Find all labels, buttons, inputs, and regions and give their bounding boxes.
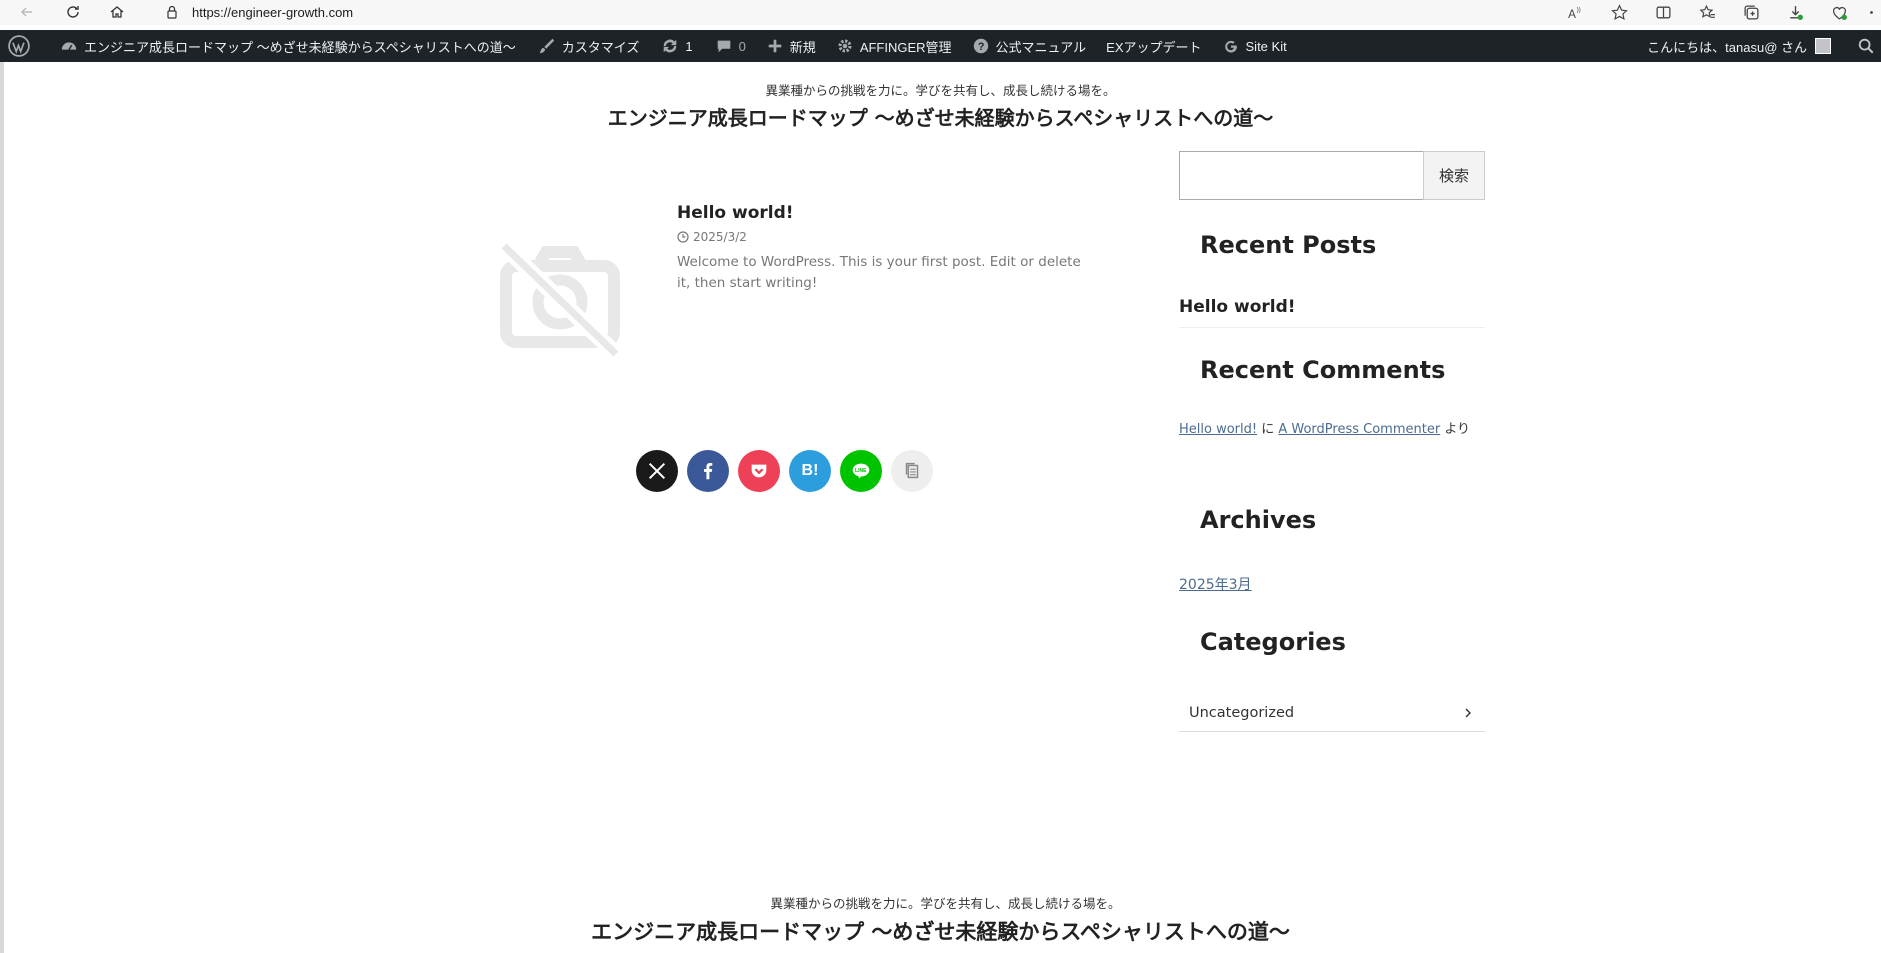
admin-manual[interactable]: ? 公式マニュアル: [964, 30, 1095, 62]
admin-affinger-label: AFFINGER管理: [859, 39, 952, 55]
post-date: 2025/3/2: [677, 230, 747, 244]
pocket-logo-icon: [751, 464, 767, 478]
downloads-icon[interactable]: [1773, 1, 1817, 25]
svg-text:)): )): [1576, 6, 1580, 13]
split-screen-icon[interactable]: [1641, 1, 1685, 25]
categories-heading: Categories: [1200, 628, 1346, 656]
copy-link-button[interactable]: [891, 450, 933, 492]
dashboard-icon: [61, 42, 77, 50]
admin-greeting: こんにちは、tanasu@ さん: [1647, 39, 1807, 55]
plus-icon: [768, 39, 782, 53]
avatar: [1815, 38, 1831, 54]
admin-comments-count: 0: [738, 38, 746, 54]
share-facebook-button[interactable]: [687, 450, 729, 492]
clock-icon: [677, 231, 689, 243]
brush-icon: [539, 38, 554, 54]
recent-comments-heading: Recent Comments: [1200, 356, 1446, 384]
admin-new[interactable]: 新規: [758, 30, 824, 62]
admin-site-kit[interactable]: Site Kit: [1214, 30, 1295, 62]
footer-description: 異業種からの挑戦を力に。学びを共有し、成長し続ける場を。: [770, 896, 1121, 911]
x-logo-icon: [648, 462, 666, 480]
admin-comments[interactable]: 0: [707, 30, 754, 62]
admin-search-icon[interactable]: [1839, 30, 1881, 62]
archive-link[interactable]: 2025年3月: [1179, 574, 1252, 594]
category-label: Uncategorized: [1189, 704, 1295, 721]
category-item[interactable]: Uncategorized: [1179, 694, 1485, 732]
post-excerpt: Welcome to WordPress. This is your first…: [677, 254, 1081, 291]
back-icon[interactable]: [14, 1, 40, 23]
archives-heading: Archives: [1200, 506, 1317, 534]
share-buttons: B! LINE: [636, 450, 933, 492]
share-hatena-button[interactable]: B!: [789, 450, 831, 492]
more-icon[interactable]: [1861, 1, 1881, 25]
sidebar-search-button[interactable]: 検索: [1423, 151, 1485, 200]
svg-text:A: A: [1568, 8, 1576, 21]
admin-account[interactable]: こんにちは、tanasu@ さん: [1639, 30, 1839, 62]
comment-suffix: より: [1440, 422, 1471, 437]
comment-author-link[interactable]: A WordPress Commenter: [1278, 422, 1440, 437]
home-icon[interactable]: [104, 1, 130, 23]
window-edge: [0, 62, 4, 953]
address-bar[interactable]: https://engineer-growth.com: [146, 0, 1346, 24]
admin-site-kit-label: Site Kit: [1245, 38, 1287, 54]
url-text[interactable]: https://engineer-growth.com: [192, 5, 353, 20]
admin-affinger[interactable]: AFFINGER管理: [828, 30, 960, 62]
help-icon: ?: [973, 38, 988, 54]
sidebar-search-input[interactable]: [1179, 151, 1424, 200]
recent-comment-item: Hello world! に A WordPress Commenter より: [1179, 418, 1470, 437]
browser-actions: A)): [1553, 0, 1881, 25]
comment-bubble-icon: [717, 40, 730, 53]
share-x-button[interactable]: [636, 450, 678, 492]
updates-icon: [664, 39, 677, 53]
admin-ex-update-label: EXアップデート: [1106, 39, 1202, 55]
google-g-icon: [1224, 40, 1237, 53]
refresh-icon[interactable]: [60, 1, 86, 23]
gear-icon: [838, 39, 852, 53]
copy-icon: [905, 462, 919, 479]
hatena-label: B!: [801, 462, 819, 479]
wp-admin-bar: エンジニア成長ロードマップ 〜めざせ未経験からスペシャリストへの道〜 カスタマイ…: [0, 30, 1881, 62]
admin-customize-label: カスタマイズ: [561, 39, 640, 55]
admin-updates[interactable]: 1: [653, 30, 700, 62]
svg-text:?: ?: [977, 41, 984, 53]
post-title[interactable]: Hello world!: [677, 203, 794, 223]
admin-new-label: 新規: [789, 39, 816, 55]
browser-toolbar: https://engineer-growth.com A)): [0, 0, 1881, 25]
admin-customize[interactable]: カスタマイズ: [530, 30, 648, 62]
collections-icon[interactable]: [1729, 1, 1773, 25]
wordpress-logo-icon[interactable]: [0, 30, 38, 62]
comment-connector: に: [1257, 422, 1279, 437]
browser-essentials-icon[interactable]: [1817, 1, 1861, 25]
footer-title[interactable]: エンジニア成長ロードマップ 〜めざせ未経験からスペシャリストへの道〜: [0, 916, 1881, 946]
admin-site-name[interactable]: エンジニア成長ロードマップ 〜めざせ未経験からスペシャリストへの道〜: [52, 30, 524, 62]
favorite-star-icon[interactable]: [1597, 1, 1641, 25]
facebook-logo-icon: [703, 463, 713, 480]
favorites-icon[interactable]: [1685, 1, 1729, 25]
chevron-right-icon: [1465, 708, 1471, 717]
post-date-text: 2025/3/2: [693, 230, 747, 244]
admin-ex-update[interactable]: EXアップデート: [1098, 30, 1209, 62]
comment-post-link[interactable]: Hello world!: [1179, 422, 1257, 437]
no-image-icon[interactable]: [498, 238, 622, 360]
lock-icon: [167, 5, 177, 19]
site-title[interactable]: エンジニア成長ロードマップ 〜めざせ未経験からスペシャリストへの道〜: [0, 102, 1881, 131]
site-description: 異業種からの挑戦を力に。学びを共有し、成長し続ける場を。: [765, 83, 1116, 98]
read-aloud-icon[interactable]: A)): [1553, 1, 1597, 25]
recent-post-link[interactable]: Hello world!: [1179, 297, 1485, 328]
admin-updates-count: 1: [685, 38, 693, 54]
line-logo-icon: LINE: [852, 463, 870, 479]
share-pocket-button[interactable]: [738, 450, 780, 492]
recent-posts-heading: Recent Posts: [1200, 231, 1377, 259]
admin-manual-label: 公式マニュアル: [995, 39, 1087, 55]
share-line-button[interactable]: LINE: [840, 450, 882, 492]
svg-text:LINE: LINE: [855, 468, 867, 474]
admin-site-name-label: エンジニア成長ロードマップ 〜めざせ未経験からスペシャリストへの道〜: [84, 39, 516, 55]
